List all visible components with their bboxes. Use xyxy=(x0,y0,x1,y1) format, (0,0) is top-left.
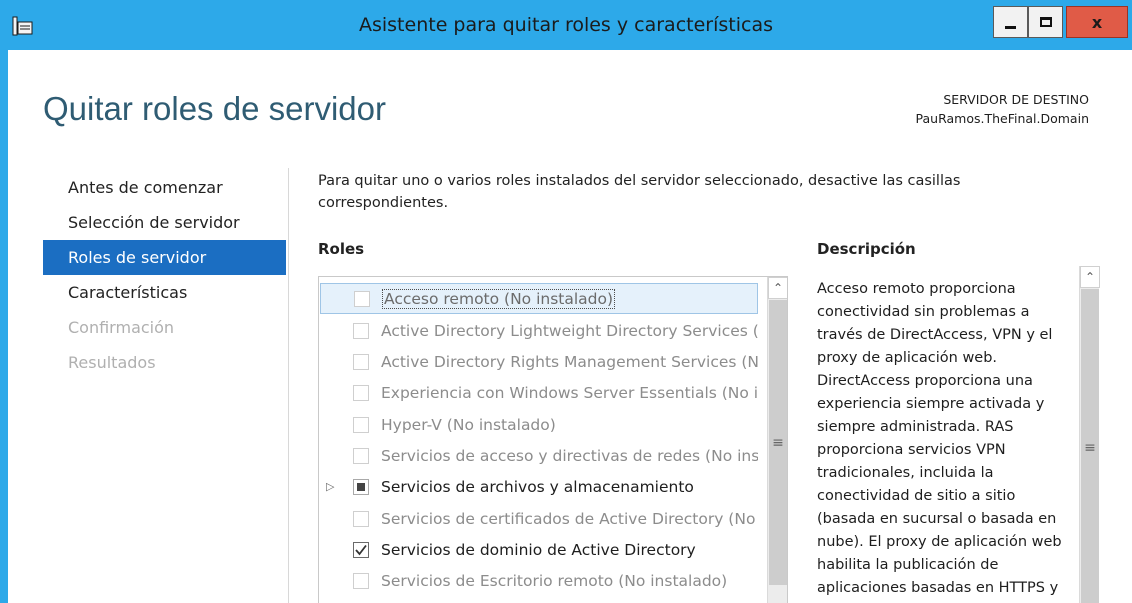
role-row-ad-ds[interactable]: Servicios de dominio de Active Directory xyxy=(320,534,758,565)
description-scrollbar[interactable]: ⌃ ≡ xyxy=(1079,266,1100,603)
role-row-acceso-remoto[interactable]: Acceso remoto (No instalado) xyxy=(320,283,758,314)
role-label: Servicios de certificados de Active Dire… xyxy=(381,509,758,528)
close-button[interactable]: x xyxy=(1066,6,1128,38)
role-row-file-services[interactable]: ▷ Servicios de archivos y almacenamiento xyxy=(320,471,758,502)
role-label: Servicios de archivos y almacenamiento xyxy=(381,477,694,496)
close-icon: x xyxy=(1091,12,1103,32)
roles-tree[interactable]: Acceso remoto (No instalado) Active Dire… xyxy=(318,276,788,603)
role-row-ad-cs[interactable]: Servicios de certificados de Active Dire… xyxy=(320,503,758,534)
window-frame: Asistente para quitar roles y caracterís… xyxy=(0,0,1132,603)
role-checkbox[interactable] xyxy=(353,510,369,527)
role-label: Servicios de Escritorio remoto (No insta… xyxy=(381,571,728,590)
nav-item-seleccion-de-servidor[interactable]: Selección de servidor xyxy=(43,205,286,240)
role-row-ad-lds[interactable]: Active Directory Lightweight Directory S… xyxy=(320,315,758,346)
window-title: Asistente para quitar roles y caracterís… xyxy=(358,14,773,36)
roles-header: Roles xyxy=(318,240,365,258)
chevron-up-icon: ⌃ xyxy=(1084,270,1096,284)
role-label: Hyper-V (No instalado) xyxy=(381,415,556,434)
destination-server-info: SERVIDOR DE DESTINO PauRamos.TheFinal.Do… xyxy=(916,90,1089,128)
wizard-client-area: Quitar roles de servidor SERVIDOR DE DES… xyxy=(8,50,1132,603)
minimize-icon xyxy=(1005,25,1016,29)
page-title: Quitar roles de servidor xyxy=(43,90,386,127)
role-checkbox[interactable] xyxy=(353,353,369,370)
maximize-icon xyxy=(1039,17,1052,27)
scroll-up-button[interactable]: ⌃ xyxy=(768,277,787,299)
title-bar[interactable]: Asistente para quitar roles y caracterís… xyxy=(0,0,1132,50)
role-checkbox[interactable] xyxy=(353,322,369,339)
nav-divider xyxy=(288,168,289,603)
role-checkbox[interactable] xyxy=(354,290,370,307)
scroll-thumb[interactable]: ≡ xyxy=(1081,289,1099,603)
grip-icon: ≡ xyxy=(1084,439,1096,456)
role-label: Active Directory Lightweight Directory S… xyxy=(381,321,758,340)
role-checkbox[interactable] xyxy=(353,478,369,495)
scroll-thumb[interactable]: ≡ xyxy=(769,300,787,585)
nav-item-roles-de-servidor[interactable]: Roles de servidor xyxy=(43,240,286,275)
role-label: Servicios de acceso y directivas de rede… xyxy=(381,446,758,465)
nav-item-resultados: Resultados xyxy=(68,353,156,372)
role-label: Experiencia con Windows Server Essential… xyxy=(381,383,758,402)
role-label: Active Directory Rights Management Servi… xyxy=(381,352,758,371)
checkmark-icon xyxy=(355,544,367,555)
grip-icon: ≡ xyxy=(772,434,784,451)
role-row-essentials[interactable]: Experiencia con Windows Server Essential… xyxy=(320,377,758,408)
role-row-ad-rms[interactable]: Active Directory Rights Management Servi… xyxy=(320,346,758,377)
instructions-text: Para quitar uno o varios roles instalado… xyxy=(318,173,961,211)
destination-label: SERVIDOR DE DESTINO xyxy=(943,92,1089,107)
scroll-up-button[interactable]: ⌃ xyxy=(1080,266,1100,288)
role-description: Acceso remoto proporciona conectividad s… xyxy=(817,281,1062,596)
nav-item-antes-de-comenzar[interactable]: Antes de comenzar xyxy=(43,170,286,205)
roles-scrollbar[interactable]: ⌃ ≡ xyxy=(767,277,787,603)
role-label: Acceso remoto (No instalado) xyxy=(382,288,616,309)
role-checkbox[interactable] xyxy=(353,541,369,558)
role-checkbox[interactable] xyxy=(353,572,369,589)
role-row-rds[interactable]: Servicios de Escritorio remoto (No insta… xyxy=(320,565,758,596)
maximize-button[interactable] xyxy=(1028,6,1063,38)
role-row-nps[interactable]: Servicios de acceso y directivas de rede… xyxy=(320,440,758,471)
description-header: Descripción xyxy=(817,240,916,258)
nav-item-caracteristicas[interactable]: Características xyxy=(43,275,286,310)
chevron-up-icon: ⌃ xyxy=(772,281,784,295)
role-checkbox[interactable] xyxy=(353,384,369,401)
wizard-nav: Antes de comenzar Selección de servidor … xyxy=(43,170,286,380)
expand-triangle-icon[interactable]: ▷ xyxy=(326,480,334,493)
role-checkbox[interactable] xyxy=(353,447,369,464)
role-label: Servicios de dominio de Active Directory xyxy=(381,540,696,559)
role-row-hyper-v[interactable]: Hyper-V (No instalado) xyxy=(320,409,758,440)
nav-item-confirmacion: Confirmación xyxy=(68,318,175,337)
minimize-button[interactable] xyxy=(993,6,1028,38)
destination-server-name: PauRamos.TheFinal.Domain xyxy=(915,111,1089,126)
role-checkbox[interactable] xyxy=(353,416,369,433)
